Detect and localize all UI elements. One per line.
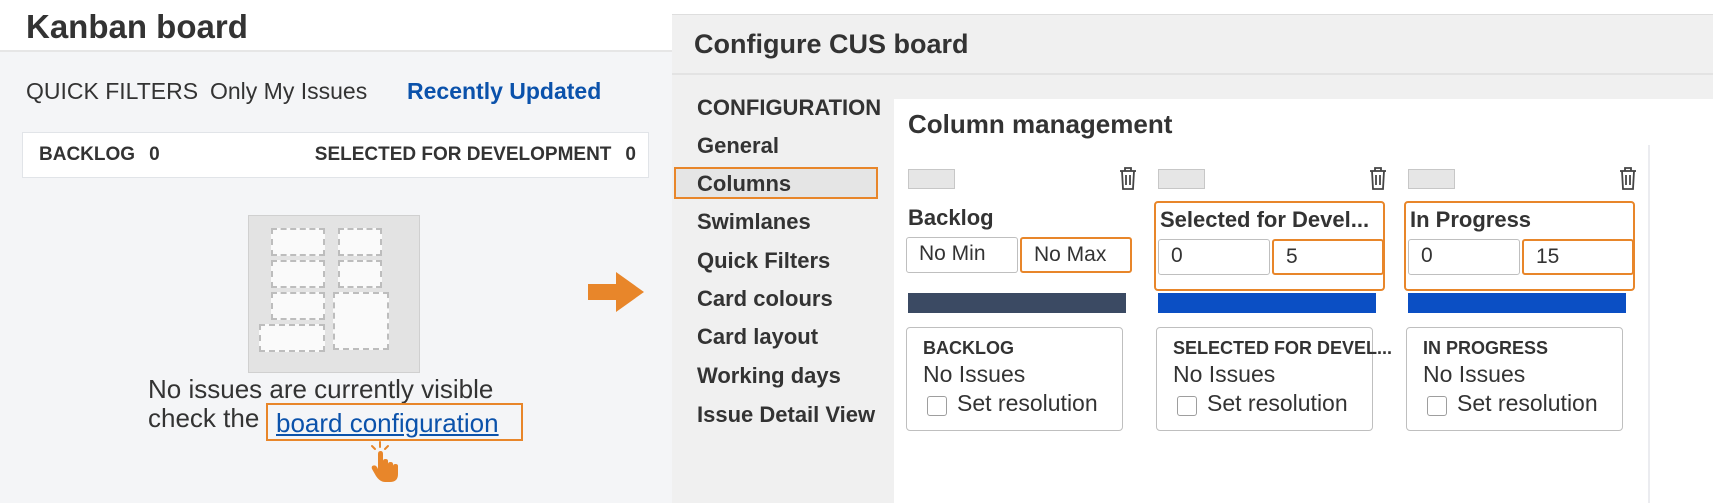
column-name-area: Backlog No Min No Max <box>904 201 1135 291</box>
status-card: BACKLOG No Issues Set resolution <box>906 327 1123 431</box>
column-status-bar <box>1158 293 1376 313</box>
sidebar-item-card-layout[interactable]: Card layout <box>697 324 818 350</box>
column-config-in-progress: In Progress 0 15 IN PROGRESS No Issues S… <box>1394 145 1650 503</box>
quick-filter-recently-updated[interactable]: Recently Updated <box>407 78 601 105</box>
column-status-bar <box>908 293 1126 313</box>
board-configuration-link[interactable]: board configuration <box>276 408 499 439</box>
column-config-selected-for-development: Selected for Devel... 0 5 SELECTED FOR D… <box>1144 145 1400 503</box>
issue-count-text: No Issues <box>923 361 1026 387</box>
sidebar-item-working-days[interactable]: Working days <box>697 363 841 389</box>
column-config-backlog: Backlog No Min No Max BACKLOG No Issues … <box>894 145 1150 503</box>
sidebar-item-quick-filters[interactable]: Quick Filters <box>697 248 830 274</box>
section-title: Column management <box>908 109 1173 139</box>
max-issues-input[interactable]: 5 <box>1272 239 1384 275</box>
sidebar-item-issue-detail-view[interactable]: Issue Detail View <box>697 402 875 428</box>
trash-icon[interactable] <box>1367 165 1389 191</box>
column-status-bar <box>1408 293 1626 313</box>
min-issues-input[interactable]: 0 <box>1158 239 1270 275</box>
empty-board-illustration <box>248 215 420 373</box>
status-card: SELECTED FOR DEVEL... No Issues Set reso… <box>1156 327 1392 431</box>
status-card: IN PROGRESS No Issues Set resolution <box>1406 327 1623 431</box>
issue-count-text: No Issues <box>1423 361 1526 387</box>
column-management-section: Column management Backlog No Min No Max … <box>894 99 1713 503</box>
column-name-area: Selected for Devel... 0 5 <box>1154 201 1385 291</box>
issue-count-text: No Issues <box>1173 361 1276 387</box>
status-name: SELECTED FOR DEVEL... <box>1173 338 1393 358</box>
quick-filters-label: QUICK FILTERS <box>26 78 199 104</box>
set-resolution-checkbox[interactable] <box>1427 396 1447 416</box>
max-issues-input[interactable]: No Max <box>1020 237 1132 273</box>
sidebar-item-swimlanes[interactable]: Swimlanes <box>697 209 811 235</box>
column-header-selected-for-development: SELECTED FOR DEVELOPMENT 0 <box>315 144 636 166</box>
board-configuration-link-highlight: board configuration <box>266 403 523 441</box>
right-arrow-icon <box>588 272 644 312</box>
column-name-area: In Progress 0 15 <box>1404 201 1635 291</box>
min-issues-input[interactable]: No Min <box>906 237 1018 273</box>
empty-state-line: No issues are currently visible <box>148 374 494 404</box>
sidebar-item-columns[interactable]: Columns <box>674 167 878 199</box>
set-resolution-label: Set resolution <box>957 390 1098 416</box>
column-issue-count: 0 <box>625 144 636 165</box>
status-name: BACKLOG <box>923 338 1014 358</box>
configure-board-title: Configure CUS board <box>694 29 969 59</box>
board-title: Kanban board <box>26 8 248 45</box>
column-drag-handle[interactable] <box>908 169 955 189</box>
column-header-backlog: BACKLOG 0 <box>39 144 160 166</box>
board-header: Kanban board <box>0 0 672 52</box>
column-issue-count: 0 <box>149 144 160 165</box>
board-columns-header: BACKLOG 0 SELECTED FOR DEVELOPMENT 0 <box>22 132 649 178</box>
status-name: IN PROGRESS <box>1423 338 1549 358</box>
column-header-name: SELECTED FOR DEVELOPMENT <box>314 144 612 165</box>
column-name[interactable]: In Progress <box>1410 207 1531 233</box>
set-resolution-label: Set resolution <box>1457 390 1598 416</box>
set-resolution-checkbox[interactable] <box>927 396 947 416</box>
set-resolution-label: Set resolution <box>1207 390 1348 416</box>
kanban-board-panel: Kanban board QUICK FILTERS Only My Issue… <box>0 0 672 503</box>
quick-filter-only-my-issues[interactable]: Only My Issues <box>210 78 367 105</box>
max-issues-input[interactable]: 15 <box>1522 239 1634 275</box>
column-name[interactable]: Backlog <box>908 205 994 231</box>
hand-pointer-icon <box>371 441 398 482</box>
trash-icon[interactable] <box>1117 165 1139 191</box>
min-issues-input[interactable]: 0 <box>1408 239 1520 275</box>
title-divider <box>672 73 1713 75</box>
column-drag-handle[interactable] <box>1408 169 1455 189</box>
configuration-header: CONFIGURATION <box>697 95 882 120</box>
column-header-name: BACKLOG <box>39 144 136 165</box>
column-name[interactable]: Selected for Devel... <box>1160 207 1369 233</box>
trash-icon[interactable] <box>1617 165 1639 191</box>
sidebar-item-card-colours[interactable]: Card colours <box>697 286 833 312</box>
set-resolution-checkbox[interactable] <box>1177 396 1197 416</box>
configure-board-panel: Configure CUS board CONFIGURATION Genera… <box>672 14 1713 503</box>
sidebar-item-general[interactable]: General <box>697 133 779 159</box>
column-drag-handle[interactable] <box>1158 169 1205 189</box>
